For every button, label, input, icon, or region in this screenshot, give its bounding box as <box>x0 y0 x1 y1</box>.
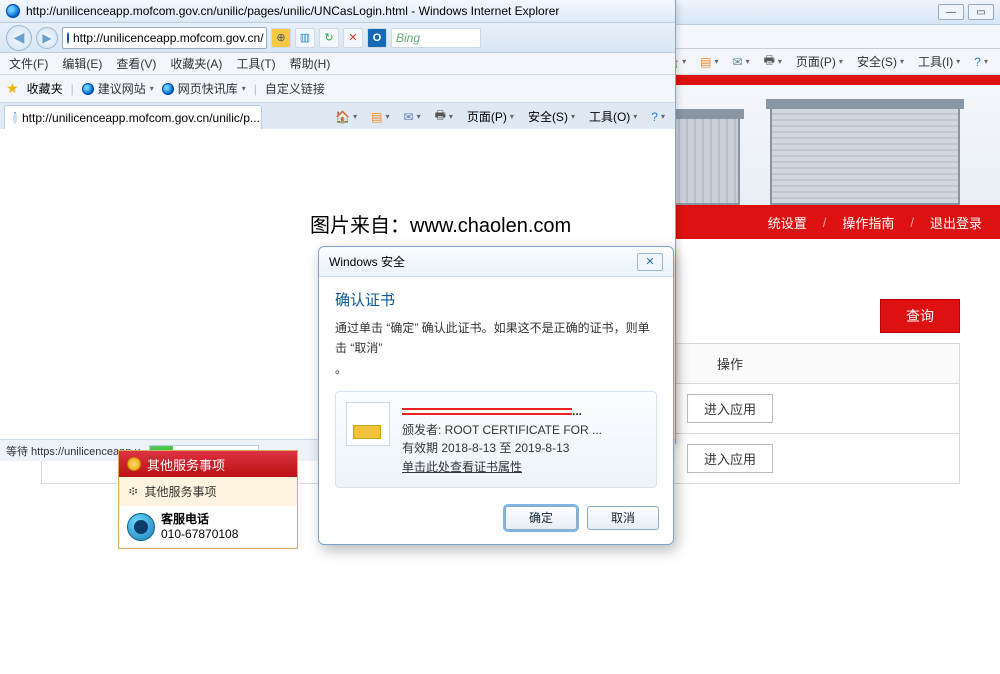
fg-print-button[interactable]: 🖶▾ <box>431 104 457 129</box>
fg-help-button[interactable]: ?▾ <box>647 108 669 126</box>
watermark-text: 图片来自：www.chaolen.com <box>310 209 571 238</box>
certificate-box[interactable]: ... 颁发者: ROOT CERTIFICATE FOR ... 有效期 20… <box>335 391 657 487</box>
ok-button[interactable]: 确定 <box>505 506 577 530</box>
nav-item-guide[interactable]: 操作指南 <box>842 213 894 232</box>
fg-page-menu[interactable]: 页面(P)▾ <box>463 106 518 127</box>
menu-help[interactable]: 帮助(H) <box>285 54 336 73</box>
tab-row: http://unilicenceapp.mofcom.gov.cn/unili… <box>0 103 675 129</box>
dialog-close-button[interactable]: ✕ <box>637 253 663 271</box>
fg-rss-button[interactable]: ▤▾ <box>367 108 393 126</box>
favorites-bar: ★ 收藏夹 | 建议网站▾ 网页快讯库▾ | 自定义链接 <box>0 75 675 103</box>
outlook-icon: O <box>367 28 387 48</box>
security-dialog: Windows 安全 ✕ 确认证书 通过单击 “确定” 确认此证书。如果这不是正… <box>318 246 674 545</box>
fg-menu-bar: 文件(F) 编辑(E) 查看(V) 收藏夹(A) 工具(T) 帮助(H) <box>0 53 675 75</box>
dialog-message: 通过单击 “确定” 确认此证书。如果这不是正确的证书，则单击 “取消” 。 <box>335 318 657 379</box>
url-text: http://unilicenceapp.mofcom.gov.cn/ <box>73 31 264 45</box>
hotline-row: 客服电话 010-67870108 <box>119 506 297 548</box>
dialog-title: Windows 安全 <box>329 253 405 270</box>
window-title: http://unilicenceapp.mofcom.gov.cn/unili… <box>26 4 559 18</box>
bg-safety-menu[interactable]: 安全(S)▾ <box>853 51 908 72</box>
compat-view-icon[interactable]: ▥ <box>295 28 315 48</box>
menu-edit[interactable]: 编辑(E) <box>57 54 107 73</box>
sidebar-item-label: 其他服务事项 <box>144 483 216 500</box>
nav-item-settings[interactable]: 统设置 <box>768 213 807 232</box>
dialog-titlebar[interactable]: Windows 安全 ✕ <box>319 247 673 277</box>
browser-tab[interactable]: http://unilicenceapp.mofcom.gov.cn/unili… <box>4 105 262 129</box>
address-field[interactable]: http://unilicenceapp.mofcom.gov.cn/ ▾ <box>62 27 267 49</box>
back-button[interactable]: ◀ <box>6 25 32 51</box>
sidebar-header: 其他服务事项 <box>119 451 297 477</box>
dialog-button-row: 确定 取消 <box>319 496 673 544</box>
dialog-body: 确认证书 通过单击 “确定” 确认此证书。如果这不是正确的证书，则单击 “取消”… <box>319 277 673 496</box>
fav-link-slices[interactable]: 网页快讯库▾ <box>162 80 246 97</box>
hotline-label: 客服电话 <box>161 512 238 527</box>
enter-app-button[interactable]: 进入应用 <box>687 394 773 423</box>
search-button[interactable]: 查询 <box>880 299 960 333</box>
redacted-cert-name <box>402 405 572 415</box>
bg-print-button[interactable]: 🖶▾ <box>760 49 786 74</box>
fav-link-suggested[interactable]: 建议网站▾ <box>82 80 154 97</box>
menu-file[interactable]: 文件(F) <box>4 54 53 73</box>
sidebar-item[interactable]: ፨ 其他服务事项 <box>119 477 297 506</box>
bg-mail-button[interactable]: ✉▾ <box>729 53 754 71</box>
forward-button[interactable]: ▶ <box>36 27 58 49</box>
cert-issuer: 颁发者: ROOT CERTIFICATE FOR ... <box>402 423 602 437</box>
medal-icon <box>127 457 141 471</box>
cert-validity: 有效期 2018-8-13 至 2019-8-13 <box>402 441 569 455</box>
hotline-number: 010-67870108 <box>161 527 238 542</box>
menu-view[interactable]: 查看(V) <box>111 54 161 73</box>
cancel-button[interactable]: 取消 <box>587 506 659 530</box>
bullet-icon: ፨ <box>129 484 138 499</box>
fg-home-button[interactable]: 🏠▾ <box>331 108 361 126</box>
bg-tools-menu[interactable]: 工具(I)▾ <box>914 51 964 72</box>
fg-mail-button[interactable]: ✉▾ <box>400 108 425 126</box>
sidebar-title: 其他服务事项 <box>147 455 225 474</box>
fg-titlebar: http://unilicenceapp.mofcom.gov.cn/unili… <box>0 0 675 23</box>
fg-safety-menu[interactable]: 安全(S)▾ <box>524 106 579 127</box>
menu-tools[interactable]: 工具(T) <box>231 54 280 73</box>
refresh-button[interactable]: ↻ <box>319 28 339 48</box>
fg-bing-search[interactable]: Bing <box>391 28 481 48</box>
page-icon <box>67 32 69 44</box>
view-cert-props-link[interactable]: 单击此处查看证书属性 <box>402 460 522 474</box>
compat-button[interactable]: ⊕ <box>271 28 291 48</box>
fg-command-bar: 🏠▾ ▤▾ ✉▾ 🖶▾ 页面(P)▾ 安全(S)▾ 工具(O)▾ ?▾ <box>262 104 675 129</box>
phone-icon <box>127 513 155 541</box>
fav-link-custom[interactable]: 自定义链接 <box>265 80 325 97</box>
menu-fav[interactable]: 收藏夹(A) <box>165 54 227 73</box>
stop-button[interactable]: ✕ <box>343 28 363 48</box>
nav-item-logout[interactable]: 退出登录 <box>930 213 982 232</box>
sidebar-panel: 其他服务事项 ፨ 其他服务事项 客服电话 010-67870108 <box>118 450 298 549</box>
dialog-heading: 确认证书 <box>335 289 657 310</box>
fg-address-bar: ◀ ▶ http://unilicenceapp.mofcom.gov.cn/ … <box>0 23 675 53</box>
tab-title: http://unilicenceapp.mofcom.gov.cn/unili… <box>22 111 260 125</box>
bg-minimize-button[interactable]: — <box>938 4 964 20</box>
enter-app-button[interactable]: 进入应用 <box>687 444 773 473</box>
bg-maximize-button[interactable]: ▭ <box>968 4 994 20</box>
favorites-label: 收藏夹 <box>27 80 63 97</box>
favorites-star-icon[interactable]: ★ <box>6 80 19 97</box>
bg-help-button[interactable]: ?▾ <box>970 53 992 71</box>
ie-icon <box>6 4 20 18</box>
loading-spinner-icon <box>13 112 17 124</box>
certificate-icon <box>346 402 390 446</box>
fg-tools-menu[interactable]: 工具(O)▾ <box>585 106 641 127</box>
bg-rss-button[interactable]: ▤▾ <box>696 53 722 71</box>
bg-page-menu[interactable]: 页面(P)▾ <box>792 51 847 72</box>
